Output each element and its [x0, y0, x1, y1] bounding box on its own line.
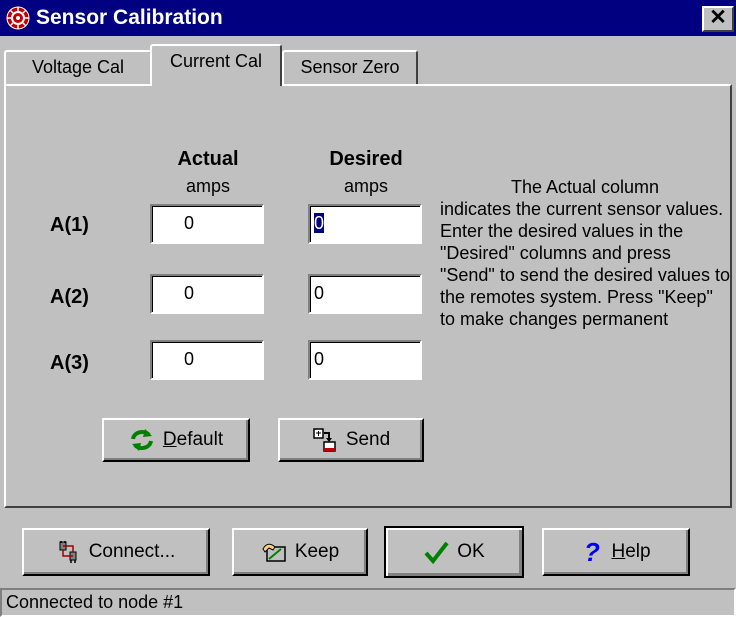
actual-column-unit: amps: [185, 176, 230, 196]
actual-field-a1: 0: [150, 204, 264, 244]
svg-text:?: ?: [585, 539, 601, 565]
panel-content: Actual amps Desired amps A(1) 0 0 A(2) 0…: [0, 0, 736, 617]
help-button-label: Help: [611, 541, 651, 562]
instructions-body: indicates the current sensor values. Ent…: [440, 199, 730, 329]
checkmark-icon: [423, 539, 449, 565]
instructions-first-line: The Actual column: [510, 177, 660, 197]
desired-value-selected: 0: [314, 213, 325, 233]
default-button-label: Default: [162, 429, 224, 450]
keep-button[interactable]: Keep: [232, 528, 368, 576]
refresh-icon: [129, 427, 155, 453]
send-icon: [312, 427, 338, 453]
actual-column-heading: Actual: [177, 148, 239, 170]
desired-value: 0: [314, 283, 325, 303]
help-button[interactable]: ? Help: [542, 528, 690, 576]
desired-value: 0: [314, 349, 325, 369]
actual-field-a3: 0: [150, 340, 264, 380]
desired-field-a3[interactable]: 0: [308, 340, 422, 380]
desired-field-a2[interactable]: 0: [308, 274, 422, 314]
row-label-a1: A(1): [50, 214, 89, 236]
connect-button-label: Connect...: [88, 541, 176, 562]
keep-hand-icon: [261, 539, 287, 565]
instructions-text: The Actual column indicates the current …: [440, 176, 730, 330]
keep-button-label: Keep: [294, 541, 340, 562]
actual-value: 0: [184, 213, 195, 233]
question-mark-icon: ?: [581, 539, 603, 565]
actual-field-a2: 0: [150, 274, 264, 314]
ok-button[interactable]: OK: [384, 526, 524, 578]
connect-button[interactable]: Connect...: [22, 528, 210, 576]
desired-column-unit: amps: [343, 176, 388, 196]
actual-value: 0: [184, 283, 195, 303]
row-label-a2: A(2): [50, 286, 89, 308]
desired-field-a1[interactable]: 0: [308, 204, 422, 244]
send-button[interactable]: Send: [278, 418, 424, 462]
default-button[interactable]: Default: [102, 418, 250, 462]
ok-button-label: OK: [457, 541, 485, 562]
send-button-label: Send: [345, 429, 391, 450]
row-label-a3: A(3): [50, 352, 89, 374]
desired-column-heading: Desired: [329, 148, 403, 170]
actual-value: 0: [184, 349, 195, 369]
connect-plug-icon: [57, 540, 81, 564]
